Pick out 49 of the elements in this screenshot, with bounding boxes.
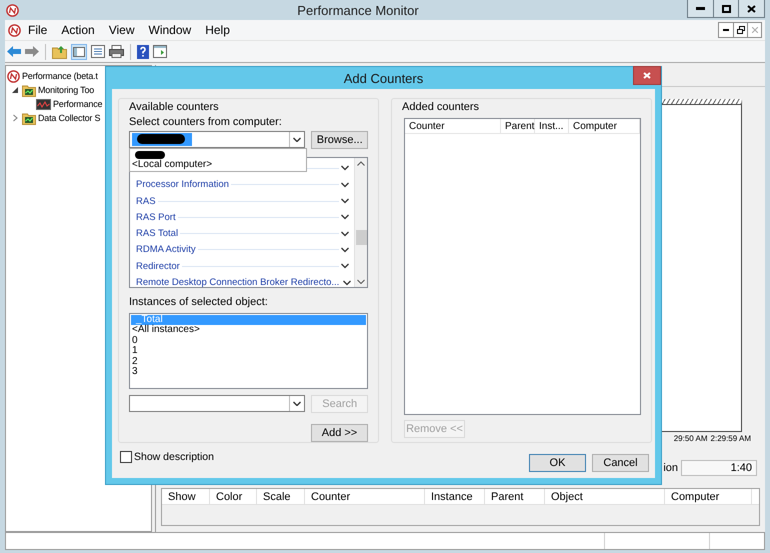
list-item[interactable]: <All instances> <box>131 325 366 336</box>
column-header[interactable]: Scale <box>257 489 305 504</box>
list-item[interactable]: 0 <box>131 336 366 346</box>
list-item[interactable]: Processor Information <box>136 179 229 190</box>
column-header[interactable]: Color <box>210 489 257 504</box>
column-header[interactable]: Counter <box>405 119 501 133</box>
list-item[interactable]: 2 <box>131 356 366 368</box>
menu-item[interactable]: View <box>102 23 142 37</box>
push-button[interactable]: Add >> <box>311 424 368 442</box>
column-header[interactable]: Counter <box>305 489 425 504</box>
column-header[interactable]: Inst... <box>535 119 569 133</box>
column-header[interactable]: Object <box>545 489 665 504</box>
tree-item[interactable]: Performance (beta.t <box>22 71 98 81</box>
column-header[interactable]: Show <box>162 489 210 504</box>
menu-item[interactable]: Help <box>198 23 237 37</box>
push-button[interactable]: Cancel <box>592 454 649 472</box>
group-label: Available counters <box>129 101 220 114</box>
menu-item[interactable]: Window <box>142 23 198 37</box>
list-item[interactable]: RAS Port <box>136 212 176 223</box>
time-label: 29:50 AM <box>674 434 708 445</box>
menu-item[interactable]: File <box>21 23 54 37</box>
dropdown-option[interactable]: <Local computer> <box>132 160 304 170</box>
window-title: Performance Monitor <box>296 2 420 18</box>
dialog-title: Add Counters <box>344 70 424 86</box>
duration-field[interactable]: 1:40 <box>681 460 757 476</box>
list-item[interactable]: RDMA Activity <box>136 244 196 256</box>
list-item[interactable]: Redirector <box>136 260 180 272</box>
list-item[interactable]: RAS <box>136 196 156 207</box>
column-header[interactable]: Parent <box>501 119 535 133</box>
list-item[interactable]: 3 <box>131 367 366 378</box>
list-item[interactable]: RAS Total <box>136 228 178 240</box>
menu-item[interactable]: Action <box>54 23 102 37</box>
push-button[interactable]: OK <box>529 454 586 472</box>
column-header[interactable]: Parent <box>485 489 545 504</box>
column-header[interactable]: Computer <box>665 489 752 504</box>
tree-item[interactable]: Data Collector S <box>38 113 100 123</box>
list-item[interactable]: Remote Desktop Connection Broker Redirecto... <box>136 277 340 288</box>
time-label: 2:29:59 AM <box>710 434 751 445</box>
field-label: Instances of selected object: <box>129 296 269 310</box>
tree-item[interactable]: Performance <box>53 99 102 109</box>
list-item[interactable]: 1 <box>131 346 366 357</box>
duration-label: ion <box>663 462 678 474</box>
push-button[interactable]: Browse... <box>311 131 368 150</box>
column-header[interactable]: Computer <box>569 119 640 133</box>
field-label: Select counters from computer: <box>129 116 283 130</box>
group-label: Added counters <box>402 101 480 115</box>
tree-item[interactable]: Monitoring Too <box>38 85 94 95</box>
checkbox-label: Show description <box>134 451 214 463</box>
column-header[interactable]: Instance <box>425 489 485 504</box>
